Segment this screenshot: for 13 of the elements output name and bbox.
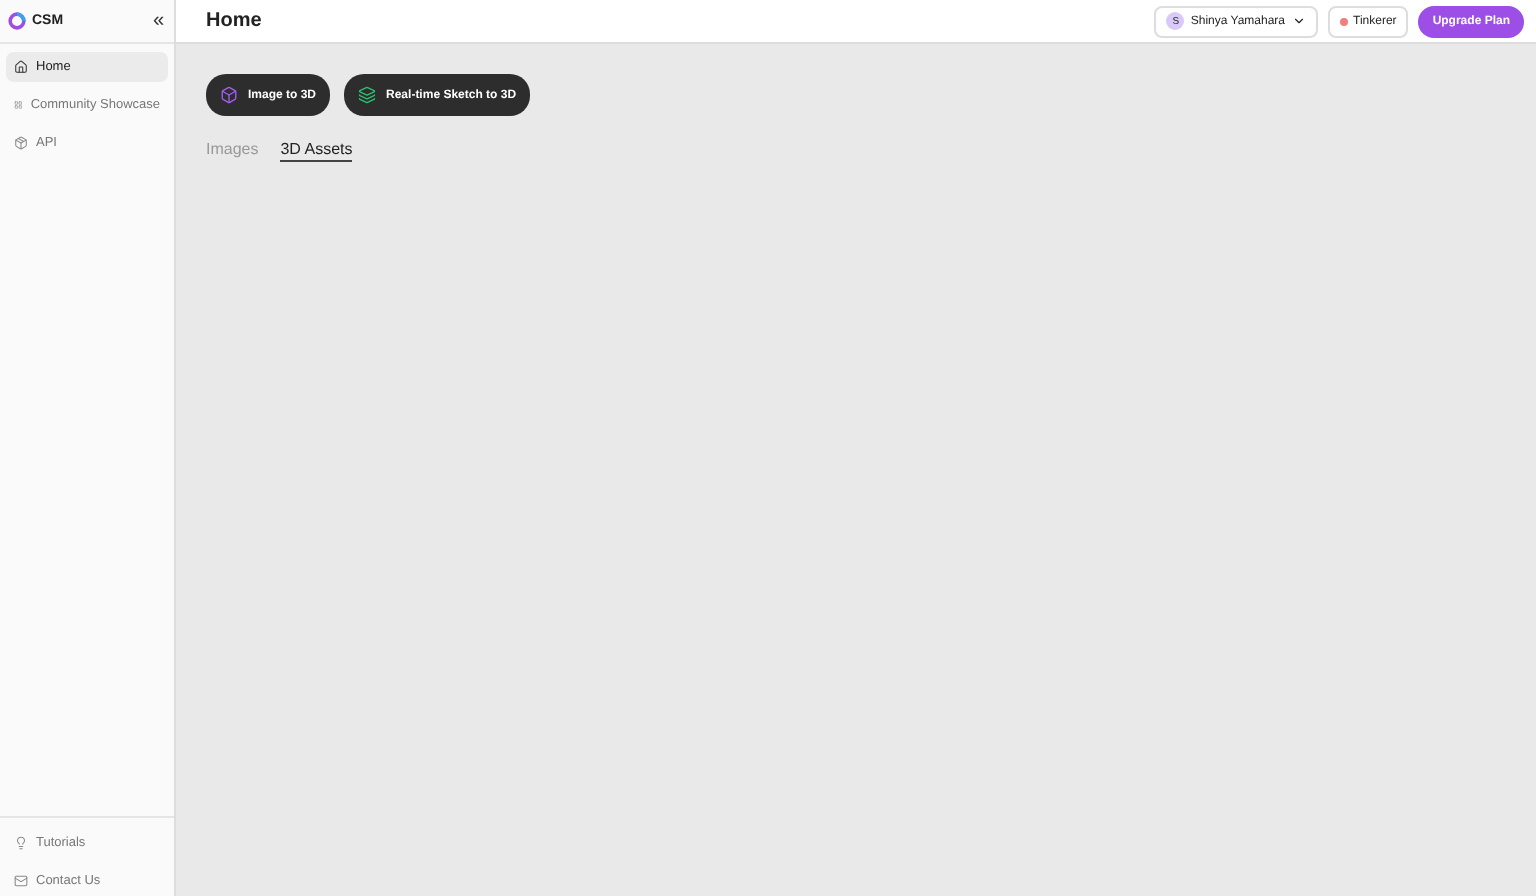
home-icon xyxy=(14,60,28,74)
package-icon xyxy=(14,136,28,150)
chevron-icon xyxy=(1291,14,1306,28)
tab[interactable]: 3D Assets xyxy=(280,140,353,162)
cube-icon xyxy=(220,86,238,104)
layers-icon xyxy=(358,86,377,104)
status-dot xyxy=(1339,17,1348,25)
envelope-icon xyxy=(14,874,28,888)
grid-icon xyxy=(14,98,23,112)
lightbulb-icon xyxy=(14,836,28,850)
page-title: Home xyxy=(206,10,264,32)
collapse-button[interactable]: « xyxy=(152,10,164,32)
logo-icon xyxy=(8,12,26,30)
